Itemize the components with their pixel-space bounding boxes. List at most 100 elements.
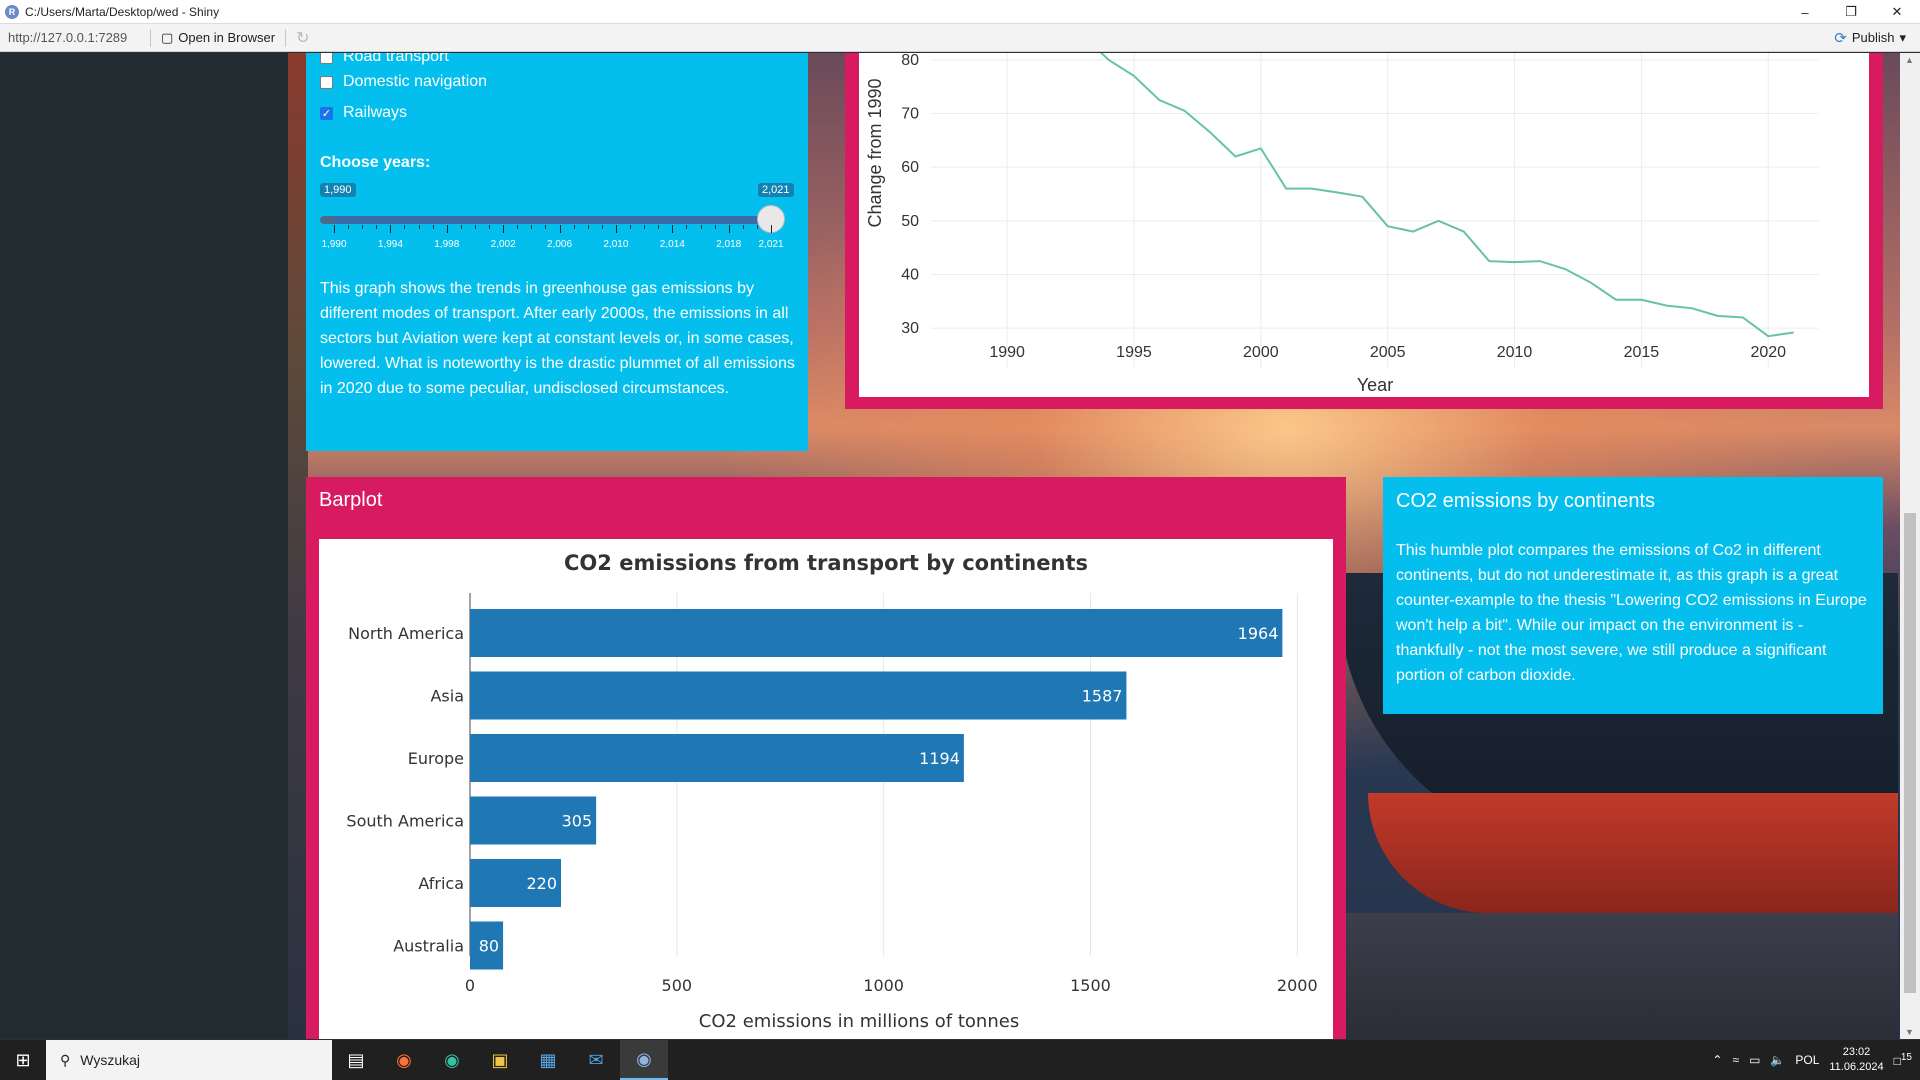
checkbox-railways[interactable]: ✓ Railways [320,104,407,122]
notification-icon[interactable]: □15 [1894,1052,1912,1068]
slider-minor-tick [517,225,519,229]
slider-minor-tick [658,225,660,229]
publish-icon: ⟳ [1834,29,1847,47]
refresh-icon[interactable]: ↻ [296,28,309,48]
taskbar: ⊞ ⚲ Wyszukaj ▤ ◉ ◉ ▣ ▦ ✉ ◉ ⌃ ≈ ▭ 🔈 POL 2… [0,1040,1920,1080]
y-tick-label: 60 [901,159,919,176]
slider-minor-tick [545,225,547,229]
slider-tick-label: 1,998 [434,239,460,250]
scroll-up-icon[interactable]: ▲ [1905,55,1914,65]
slider-tick [390,225,392,233]
category-label: Australia [393,937,464,956]
slider-minor-tick [460,225,462,229]
slider-minor-tick [404,225,406,229]
clock[interactable]: 23:02 11.06.2024 [1829,1045,1883,1075]
y-axis-label: Change from 1990 [865,78,885,227]
slider-tick-label: 2,006 [547,239,573,250]
slider-tick-label: 1,990 [321,239,347,250]
year-slider-fill [334,216,771,224]
chevron-down-icon[interactable]: ▾ [1899,30,1906,46]
bar-value-label: 220 [526,874,557,893]
checkbox-label: Railways [343,104,408,121]
x-axis-label: Year [1357,375,1393,395]
restore-button[interactable]: ❐ [1828,0,1874,24]
battery-icon[interactable]: ▭ [1749,1053,1760,1067]
window-title-bar: R C:/Users/Marta/Desktop/wed - Shiny – ❐… [0,0,1920,24]
close-button[interactable]: ✕ [1874,0,1920,24]
open-in-browser-button[interactable]: ▢ Open in Browser [157,30,279,46]
checkbox-box-checked[interactable]: ✓ [320,106,333,120]
line-chart[interactable]: 1990 1995 2000 2005 2010 2015 2020 30 40 50 60 70 80… [859,53,1869,397]
slider-minor-tick [644,225,646,229]
years-label: Choose years: [320,154,431,171]
line-series [1099,53,1794,338]
x-tick-label: 2005 [1370,344,1406,361]
bar [470,671,1127,720]
category-label: Asia [430,687,464,706]
slider-minor-tick [376,225,378,229]
slider-to-badge: 2,021 [758,183,794,197]
slider-tick [615,225,617,233]
slider-minor-tick [573,225,575,229]
slider-minor-tick [418,225,420,229]
x-tick-label: 500 [662,976,693,995]
checkbox-domestic-navigation[interactable]: Domestic navigation [320,73,487,91]
file-explorer-icon[interactable]: ▣ [476,1040,524,1080]
volume-icon[interactable]: 🔈 [1770,1053,1785,1067]
slider-minor-tick [348,225,350,229]
slider-tick [559,225,561,233]
publish-button[interactable]: ⟳ Publish ▾ [1834,29,1906,47]
slider-minor-tick [489,225,491,229]
x-tick-label: 2015 [1624,344,1660,361]
language-indicator[interactable]: POL [1795,1053,1819,1067]
bar-chart[interactable]: CO2 emissions from transport by continen… [319,539,1333,1039]
rstudio-icon[interactable]: ◉ [620,1040,668,1080]
windows-start-icon[interactable]: ⊞ [0,1040,46,1080]
url-text[interactable]: http://127.0.0.1:7289 [0,30,144,45]
bar-value-label: 1194 [919,749,960,768]
mail-icon[interactable]: ✉ [572,1040,620,1080]
search-icon: ⚲ [60,1051,71,1068]
x-tick-label: 2020 [1750,344,1786,361]
bar-value-label: 80 [479,937,499,956]
chevron-up-icon[interactable]: ⌃ [1712,1053,1722,1067]
checkbox-road-transport[interactable]: Road transport [320,53,449,66]
background-ship-hull [1368,793,1898,913]
info-title: CO2 emissions by continents [1396,490,1656,512]
scrollbar-thumb[interactable] [1904,513,1916,993]
slider-minor-tick [686,225,688,229]
edge-icon[interactable]: ◉ [428,1040,476,1080]
bar-chart-plot[interactable]: CO2 emissions from transport by continen… [319,539,1333,1039]
store-icon[interactable]: ▦ [524,1040,572,1080]
slider-tick [728,225,730,233]
address-bar: http://127.0.0.1:7289 ▢ Open in Browser … [0,24,1920,52]
category-label: South America [346,812,464,831]
checkbox-box[interactable] [320,53,333,64]
barplot-panel-title: Barplot [319,489,383,511]
y-tick-label: 80 [901,53,919,69]
slider-tick [446,225,448,233]
slider-minor-tick [587,225,589,229]
checkbox-box[interactable] [320,75,333,89]
scroll-down-icon[interactable]: ▼ [1905,1027,1914,1037]
separator [285,28,287,47]
line-chart-plot[interactable]: 1990 1995 2000 2005 2010 2015 2020 30 40 50 60 70 80… [859,53,1869,397]
firefox-icon[interactable]: ◉ [380,1040,428,1080]
background-containers [288,53,308,1039]
checkbox-label: Domestic navigation [343,73,488,90]
taskbar-search[interactable]: ⚲ Wyszukaj [46,1040,332,1080]
category-label: Africa [418,874,464,893]
task-view-icon[interactable]: ▤ [332,1040,380,1080]
bar-value-label: 1587 [1082,687,1123,706]
slider-tick-label: 2,010 [603,239,629,250]
y-tick-label: 50 [901,213,919,230]
slider-from-badge: 1,990 [320,183,356,197]
search-placeholder: Wyszukaj [80,1052,141,1068]
wifi-icon[interactable]: ≈ [1732,1053,1739,1067]
chart-title: CO2 emissions from transport by continen… [564,551,1088,575]
slider-minor-tick [630,225,632,229]
slider-minor-tick [362,225,364,229]
minimize-button[interactable]: – [1782,0,1828,24]
slider-minor-tick [432,225,434,229]
vertical-scrollbar[interactable]: ▲ ▼ [1900,53,1920,1039]
